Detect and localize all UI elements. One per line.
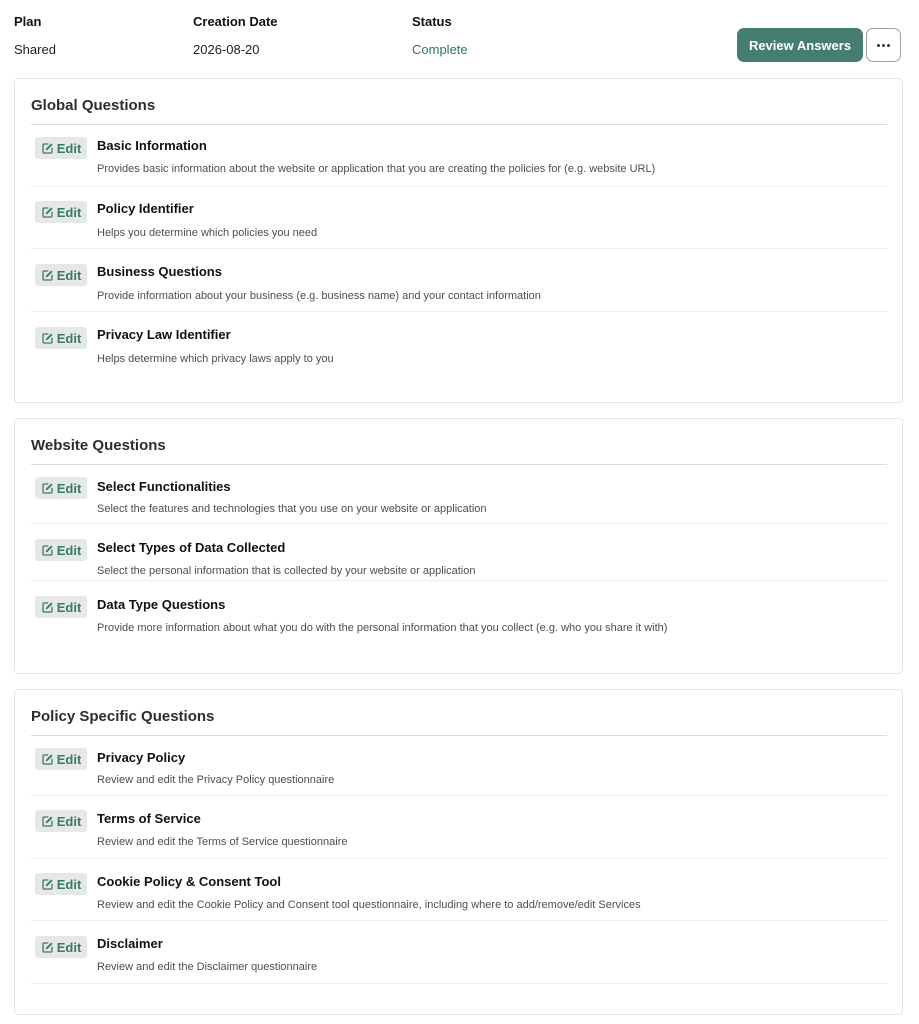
edit-button[interactable]: Edit xyxy=(35,596,87,618)
question-row: Edit Privacy Law Identifier Helps determ… xyxy=(31,312,887,404)
edit-icon xyxy=(42,269,53,281)
edit-icon xyxy=(42,142,53,154)
question-title: Data Type Questions xyxy=(97,597,226,612)
edit-button[interactable]: Edit xyxy=(35,477,87,499)
question-description: Provides basic information about the web… xyxy=(97,163,656,175)
edit-label: Edit xyxy=(56,204,82,220)
question-title: Select Functionalities xyxy=(97,479,231,494)
question-title: Privacy Policy xyxy=(97,750,186,765)
question-title: Disclaimer xyxy=(97,936,163,951)
question-description: Select the features and technologies tha… xyxy=(97,503,487,515)
status-label: Status xyxy=(412,14,452,29)
section-title: Website Questions xyxy=(31,437,166,454)
edit-label: Edit xyxy=(56,140,82,156)
question-row: Edit Disclaimer Review and edit the Disc… xyxy=(31,921,887,984)
question-description: Helps determine which privacy laws apply… xyxy=(97,353,334,365)
question-list: Edit Privacy Policy Review and edit the … xyxy=(31,736,887,984)
creation-date-label: Creation Date xyxy=(193,14,278,29)
edit-button[interactable]: Edit xyxy=(35,137,87,159)
question-row: Edit Policy Identifier Helps you determi… xyxy=(31,187,887,249)
edit-icon xyxy=(42,941,53,953)
edit-icon xyxy=(42,544,53,556)
edit-label: Edit xyxy=(56,876,82,892)
edit-button[interactable]: Edit xyxy=(35,810,87,832)
section-title: Policy Specific Questions xyxy=(31,708,215,725)
question-title: Privacy Law Identifier xyxy=(97,327,231,342)
question-row: Edit Terms of Service Review and edit th… xyxy=(31,796,887,859)
question-title: Business Questions xyxy=(97,264,222,279)
edit-label: Edit xyxy=(56,813,82,829)
question-row: Edit Cookie Policy & Consent Tool Review… xyxy=(31,859,887,921)
edit-icon xyxy=(42,601,53,613)
plan-label: Plan xyxy=(14,14,42,29)
more-options-button[interactable] xyxy=(866,28,901,62)
edit-icon xyxy=(42,815,53,827)
question-title: Policy Identifier xyxy=(97,201,194,216)
question-row: Edit Data Type Questions Provide more in… xyxy=(31,581,887,671)
edit-button[interactable]: Edit xyxy=(35,201,87,223)
edit-label: Edit xyxy=(56,751,82,767)
question-description: Helps you determine which policies you n… xyxy=(97,227,318,239)
question-description: Review and edit the Terms of Service que… xyxy=(97,836,348,848)
question-title: Cookie Policy & Consent Tool xyxy=(97,874,281,889)
question-title: Select Types of Data Collected xyxy=(97,540,286,555)
edit-label: Edit xyxy=(56,480,82,496)
edit-button[interactable]: Edit xyxy=(35,327,87,349)
edit-button[interactable]: Edit xyxy=(35,264,87,286)
edit-button[interactable]: Edit xyxy=(35,873,87,895)
status-value: Complete xyxy=(412,42,468,57)
question-row: Edit Select Functionalities Select the f… xyxy=(31,465,887,524)
question-title: Basic Information xyxy=(97,138,207,153)
question-title: Terms of Service xyxy=(97,811,201,826)
edit-icon xyxy=(42,206,53,218)
creation-date-value: 2026-08-20 xyxy=(193,42,260,57)
question-description: Review and edit the Privacy Policy quest… xyxy=(97,774,335,786)
edit-button[interactable]: Edit xyxy=(35,748,87,770)
question-description: Review and edit the Disclaimer questionn… xyxy=(97,961,318,973)
edit-label: Edit xyxy=(56,939,82,955)
edit-label: Edit xyxy=(56,330,82,346)
question-list: Edit Select Functionalities Select the f… xyxy=(31,465,887,671)
creation-date-column: Creation Date 2026-08-20 xyxy=(193,14,278,57)
question-row: Edit Select Types of Data Collected Sele… xyxy=(31,524,887,581)
question-row: Edit Business Questions Provide informat… xyxy=(31,249,887,312)
section-global-questions: Global Questions Edit Basic Information … xyxy=(14,78,903,403)
edit-icon xyxy=(42,332,53,344)
question-row: Edit Basic Information Provides basic in… xyxy=(31,125,887,187)
status-column: Status Complete xyxy=(412,14,468,57)
ellipsis-icon xyxy=(877,43,890,47)
section-title: Global Questions xyxy=(31,97,156,114)
section-website-questions: Website Questions Edit Select Functional… xyxy=(14,418,903,674)
edit-label: Edit xyxy=(56,599,82,615)
edit-button[interactable]: Edit xyxy=(35,936,87,958)
section-policy-specific-questions: Policy Specific Questions Edit Privacy P… xyxy=(14,689,903,1015)
review-answers-button[interactable]: Review Answers xyxy=(737,28,863,62)
question-list: Edit Basic Information Provides basic in… xyxy=(31,125,887,404)
question-row: Edit Privacy Policy Review and edit the … xyxy=(31,736,887,796)
edit-button[interactable]: Edit xyxy=(35,539,87,561)
edit-icon xyxy=(42,878,53,890)
plan-column: Plan Shared xyxy=(14,14,56,57)
edit-label: Edit xyxy=(56,542,82,558)
question-description: Review and edit the Cookie Policy and Co… xyxy=(97,899,641,911)
question-description: Provide information about your business … xyxy=(97,290,541,302)
plan-summary: Plan Shared Creation Date 2026-08-20 Sta… xyxy=(0,0,919,78)
edit-icon xyxy=(42,482,53,494)
plan-value: Shared xyxy=(14,42,56,57)
edit-icon xyxy=(42,753,53,765)
question-description: Select the personal information that is … xyxy=(97,565,476,577)
edit-label: Edit xyxy=(56,267,82,283)
question-description: Provide more information about what you … xyxy=(97,622,668,634)
